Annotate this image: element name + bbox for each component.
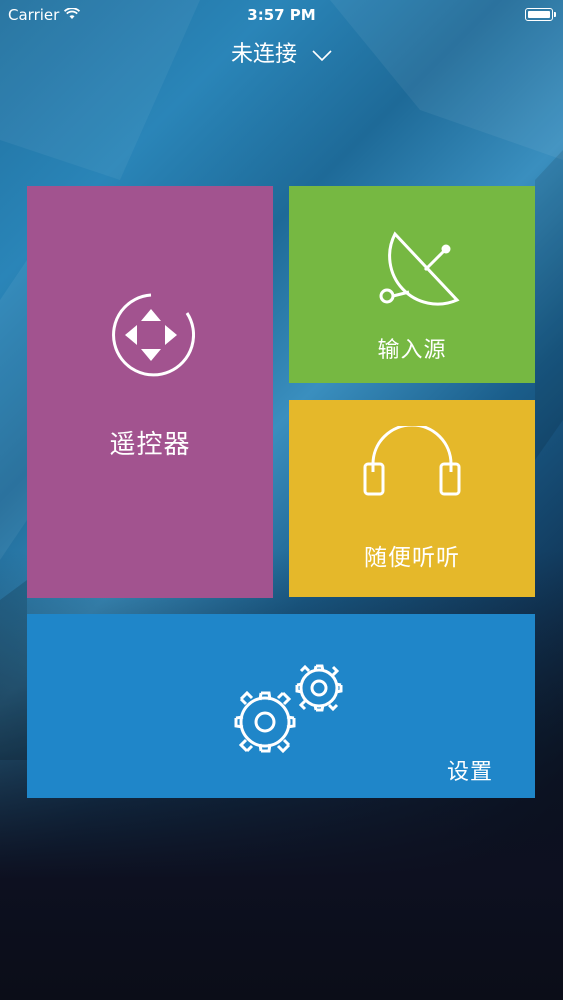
- settings-label: 设置: [446, 760, 493, 785]
- settings-tile[interactable]: 设置: [27, 614, 535, 798]
- gears-icon: [221, 662, 355, 760]
- connection-selector[interactable]: 未连接: [0, 36, 563, 68]
- casual-listen-tile[interactable]: 随便听听: [289, 400, 535, 597]
- satellite-dish-icon: [375, 226, 465, 312]
- status-bar: Carrier 3:57 PM: [0, 0, 563, 30]
- chevron-down-icon: [312, 43, 332, 68]
- status-time: 3:57 PM: [247, 6, 316, 24]
- connection-label: 未连接: [230, 42, 297, 67]
- input-source-tile[interactable]: 输入源: [289, 186, 535, 383]
- remote-control-tile[interactable]: 遥控器: [27, 186, 273, 598]
- input-source-label: 输入源: [377, 338, 447, 363]
- battery-icon: [525, 8, 556, 21]
- dpad-icon: [107, 291, 195, 383]
- headphones-icon: [361, 423, 463, 504]
- remote-control-label: 遥控器: [109, 430, 191, 460]
- casual-listen-label: 随便听听: [364, 545, 460, 571]
